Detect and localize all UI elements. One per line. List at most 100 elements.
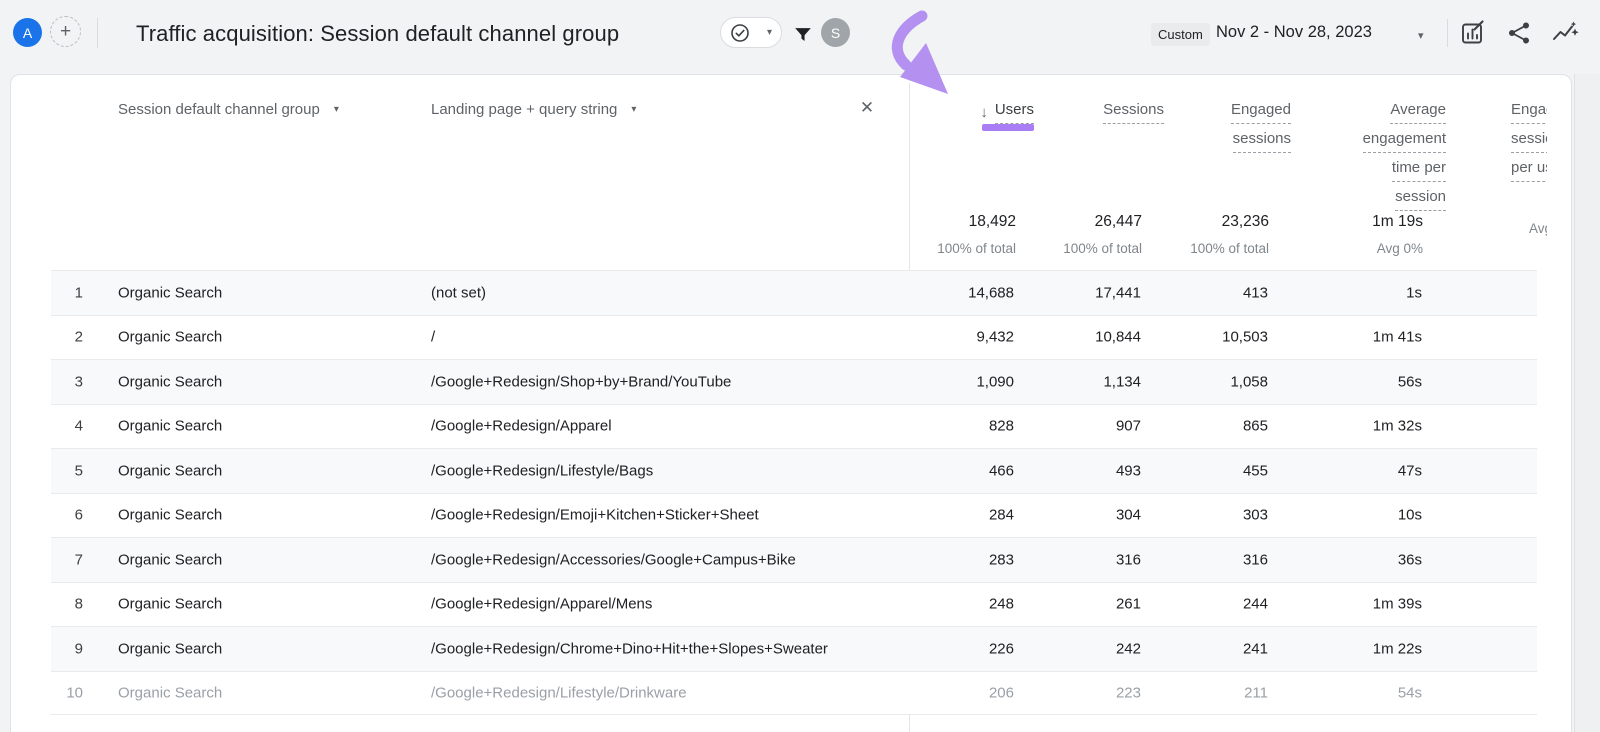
column-header-engaged-sessions-per-user[interactable]: Engagedsessionsper user: [1511, 98, 1547, 185]
table-row[interactable]: 7 Organic Search/Google+Redesign/Accessor…: [51, 537, 1537, 582]
dimension-label: Session default channel group: [118, 101, 320, 118]
annotation-underline: [982, 124, 1034, 131]
totals-value: 1m 19s: [1273, 212, 1423, 232]
users-cell: 1,090: [894, 373, 1014, 390]
insights-button[interactable]: [1551, 19, 1579, 47]
channel-cell: Organic Search: [118, 418, 222, 435]
column-header-users[interactable]: ↓Users: [884, 98, 1034, 127]
sessions-cell: 10,844: [1021, 329, 1141, 346]
users-cell: 283: [894, 551, 1014, 568]
users-cell: 828: [894, 418, 1014, 435]
row-index: 3: [51, 373, 83, 390]
filter-button[interactable]: [792, 23, 816, 47]
row-index: 5: [51, 462, 83, 479]
landing-page-cell: /Google+Redesign/Shop+by+Brand/YouTube: [431, 373, 731, 390]
remove-secondary-dimension-button[interactable]: ✕: [856, 97, 878, 119]
ga4-traffic-acquisition-report: A + Traffic acquisition: Session default…: [0, 0, 1600, 732]
landing-page-cell: /Google+Redesign/Apparel: [431, 418, 612, 435]
avg-engagement-time-cell: 1m 22s: [1302, 640, 1422, 657]
table-row[interactable]: 5Organic Search/Google+Redesign/Lifestyl…: [51, 448, 1537, 493]
table-row[interactable]: 4Organic Search/Google+Redesign/Apparel8…: [51, 404, 1537, 449]
column-header-engaged-sessions[interactable]: Engaged sessions: [1141, 98, 1291, 156]
dimension-select-channel-group[interactable]: Session default channel group ▾: [118, 101, 339, 118]
row-index: 7: [51, 551, 83, 568]
table-row[interactable]: 9Organic Search/Google+Redesign/Chrome+D…: [51, 626, 1537, 671]
header-divider: [1447, 19, 1448, 47]
avg-engagement-time-cell: 1s: [1302, 284, 1422, 301]
column-header-avg-engagement-time-per-session[interactable]: Averageengagementtime persession: [1296, 98, 1446, 214]
engaged-sessions-cell: 413: [1148, 284, 1268, 301]
engaged-sessions-cell: 244: [1148, 596, 1268, 613]
column-header-label: Engaged: [1231, 98, 1291, 124]
users-cell: 14,688: [894, 284, 1014, 301]
column-header-label: sessions: [1233, 127, 1291, 153]
add-comparison-button[interactable]: +: [50, 16, 81, 47]
chevron-down-icon[interactable]: ▾: [1418, 29, 1424, 42]
insights-sparkline-icon: [1551, 19, 1581, 47]
table-row[interactable]: 3 Organic Search/Google+Redesign/Shop+by+…: [51, 359, 1537, 404]
share-button[interactable]: [1506, 19, 1534, 47]
channel-cell: Organic Search: [118, 551, 222, 568]
sessions-cell: 316: [1021, 551, 1141, 568]
chevron-down-icon: ▾: [631, 104, 636, 115]
column-header-label: session: [1395, 185, 1446, 211]
sort-descending-icon: ↓: [980, 101, 988, 125]
totals-sub-label: 100% of total: [1119, 241, 1269, 257]
avg-engagement-time-cell: 10s: [1302, 507, 1422, 524]
page-title: Traffic acquisition: Session default cha…: [136, 21, 619, 47]
chevron-down-icon: ▾: [767, 28, 772, 38]
users-cell: 206: [894, 684, 1014, 701]
channel-cell: Organic Search: [118, 329, 222, 346]
channel-cell: Organic Search: [118, 462, 222, 479]
vertical-scrollbar[interactable]: [1574, 74, 1600, 732]
avg-engagement-time-cell: 1m 32s: [1302, 418, 1422, 435]
filter-funnel-icon: [792, 24, 814, 46]
totals-avg-engagement-time-per-session: 1m 19sAvg 0%: [1273, 212, 1423, 257]
totals-engaged-sessions-per-user: Avg 0%: [1529, 212, 1547, 237]
column-header-label: engagement: [1363, 127, 1446, 153]
engaged-sessions-cell: 10,503: [1148, 329, 1268, 346]
engaged-sessions-cell: 241: [1148, 640, 1268, 657]
date-range-selector[interactable]: Nov 2 - Nov 28, 2023: [1216, 23, 1372, 42]
landing-page-cell: /Google+Redesign/Accessories/Google+Camp…: [431, 551, 796, 568]
avg-engagement-time-cell: 56s: [1302, 373, 1422, 390]
header-divider: [97, 18, 98, 48]
sessions-cell: 17,441: [1021, 284, 1141, 301]
sessions-cell: 242: [1021, 640, 1141, 657]
row-index: 9: [51, 640, 83, 657]
engaged-sessions-cell: 316: [1148, 551, 1268, 568]
sessions-cell: 304: [1021, 507, 1141, 524]
customize-report-button[interactable]: [1459, 19, 1487, 47]
landing-page-cell: /: [431, 329, 435, 346]
channel-cell: Organic Search: [118, 507, 222, 524]
engaged-sessions-cell: 1,058: [1148, 373, 1268, 390]
avg-engagement-time-cell: 1m 39s: [1302, 596, 1422, 613]
avg-engagement-time-cell: 47s: [1302, 462, 1422, 479]
channel-cell: Organic Search: [118, 373, 222, 390]
collaborator-avatar[interactable]: S: [821, 18, 850, 47]
account-avatar[interactable]: A: [13, 18, 42, 47]
channel-cell: Organic Search: [118, 684, 222, 701]
share-icon: [1506, 20, 1532, 46]
row-index: 1: [51, 284, 83, 301]
sessions-cell: 493: [1021, 462, 1141, 479]
data-quality-pill[interactable]: ▾: [720, 17, 782, 48]
dimension-select-landing-page[interactable]: Landing page + query string ▾: [431, 101, 636, 118]
row-index: 10: [51, 684, 83, 701]
users-cell: 9,432: [894, 329, 1014, 346]
report-header-bar: A + Traffic acquisition: Session default…: [0, 0, 1600, 74]
users-cell: 284: [894, 507, 1014, 524]
column-header-label: sessions: [1511, 127, 1547, 153]
table-row[interactable]: 6Organic Search/Google+Redesign/Emoji+Ki…: [51, 493, 1537, 538]
table-row[interactable]: 1Organic Search(not set)14,68817,4414131…: [51, 270, 1537, 315]
sessions-cell: 1,134: [1021, 373, 1141, 390]
channel-cell: Organic Search: [118, 596, 222, 613]
table-row[interactable]: 8Organic Search/Google+Redesign/Apparel/…: [51, 582, 1537, 627]
column-header-label: per user: [1511, 156, 1547, 182]
totals-engaged-sessions: 23,236100% of total: [1119, 212, 1269, 257]
table-row[interactable]: 2Organic Search/9,43210,84410,5031m 41s: [51, 315, 1537, 360]
table-row[interactable]: 10Organic Search/Google+Redesign/Lifesty…: [51, 671, 1537, 716]
table-rows: 1Organic Search(not set)14,68817,4414131…: [51, 270, 1537, 715]
column-header-label: time per: [1392, 156, 1446, 182]
landing-page-cell: /Google+Redesign/Chrome+Dino+Hit+the+Slo…: [431, 640, 828, 657]
